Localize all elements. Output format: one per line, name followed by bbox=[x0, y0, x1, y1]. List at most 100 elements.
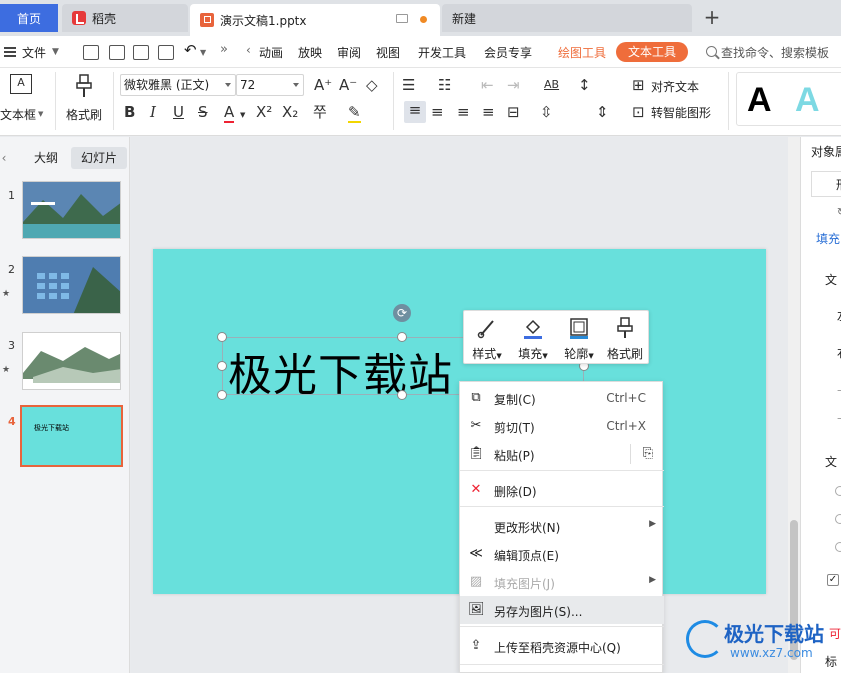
tab-new[interactable]: 新建 bbox=[442, 4, 692, 32]
print-icon[interactable] bbox=[133, 45, 149, 60]
font-color-icon[interactable]: A bbox=[224, 103, 235, 123]
radio-option[interactable] bbox=[835, 486, 841, 496]
format-painter-icon[interactable] bbox=[74, 74, 94, 98]
resize-handle[interactable] bbox=[397, 332, 407, 342]
radio-option[interactable] bbox=[835, 514, 841, 524]
text-style-black[interactable]: A bbox=[747, 81, 772, 120]
align-right-icon[interactable]: ≡ bbox=[457, 103, 470, 121]
text-direction-icon[interactable]: AB bbox=[544, 76, 559, 94]
fill-button[interactable]: 填充▼ bbox=[510, 311, 556, 365]
hamburger-menu-icon[interactable] bbox=[4, 47, 16, 57]
resize-handle[interactable] bbox=[397, 390, 407, 400]
align-left-icon[interactable]: ≡ bbox=[404, 101, 426, 123]
radio-option[interactable] bbox=[835, 542, 841, 552]
search-icon[interactable] bbox=[706, 46, 717, 57]
decrease-font-icon[interactable]: A⁻ bbox=[339, 76, 357, 94]
menu-draw-tool[interactable]: 绘图工具 bbox=[558, 44, 606, 61]
menu-item-copy[interactable]: ⧉ 复制(C) Ctrl+C bbox=[460, 384, 664, 412]
underline-icon[interactable]: U bbox=[173, 103, 184, 121]
menu-member[interactable]: 会员专享 bbox=[484, 44, 532, 61]
text-style-cyan[interactable]: A bbox=[795, 81, 820, 120]
menu-item-paste[interactable]: 📋︎ 粘贴(P) ⎘ bbox=[460, 440, 664, 468]
decrease-indent-icon[interactable]: ⇤ bbox=[481, 76, 494, 94]
tab-slides[interactable]: 幻灯片 bbox=[71, 147, 127, 169]
tab-outline[interactable]: 大纲 bbox=[26, 147, 66, 169]
slide-thumbnail-3[interactable] bbox=[22, 332, 121, 390]
refresh-icon[interactable]: ↻ bbox=[837, 207, 841, 218]
print-preview-icon[interactable] bbox=[158, 45, 174, 60]
menu-item-save-as-picture[interactable]: 🖼︎ 另存为图片(S)... bbox=[460, 596, 664, 624]
superscript-icon[interactable]: X² bbox=[256, 103, 272, 121]
format-painter-mini-button[interactable]: 格式刷 bbox=[602, 311, 648, 365]
distribute-icon[interactable]: ⊟ bbox=[507, 103, 520, 121]
menu-review[interactable]: 审阅 bbox=[337, 44, 361, 61]
bold-icon[interactable]: B bbox=[124, 103, 135, 121]
outline-button[interactable]: 轮廓▼ bbox=[556, 311, 602, 365]
menu-text-tool[interactable]: 文本工具 bbox=[616, 42, 688, 62]
increase-font-icon[interactable]: A⁺ bbox=[314, 76, 332, 94]
align-center-icon[interactable]: ≡ bbox=[431, 103, 444, 121]
menu-animation[interactable]: 动画 bbox=[259, 44, 283, 61]
bullet-list-icon[interactable]: ☰ bbox=[402, 76, 415, 94]
highlight-icon[interactable]: ✎ bbox=[348, 103, 361, 123]
menu-slideshow[interactable]: 放映 bbox=[298, 44, 322, 61]
search-command-input[interactable]: 查找命令、搜索模板 bbox=[721, 44, 829, 61]
fill-tab[interactable]: 填充 bbox=[816, 230, 840, 247]
new-tab-plus-icon[interactable]: + bbox=[702, 6, 722, 30]
menu-item-fill-picture[interactable]: ▨ 填充图片(J) ▶ bbox=[460, 568, 664, 596]
undo-icon[interactable]: ↶ bbox=[184, 41, 197, 59]
monitor-icon[interactable] bbox=[396, 14, 408, 23]
line-spacing-icon[interactable]: ↕ bbox=[578, 76, 591, 94]
phonetic-icon[interactable]: 쭈 bbox=[313, 103, 327, 121]
more-icon[interactable]: » bbox=[220, 42, 228, 57]
format-painter-label[interactable]: 格式刷 bbox=[66, 106, 102, 123]
resize-handle[interactable] bbox=[217, 361, 227, 371]
clear-format-icon[interactable]: ◇ bbox=[366, 76, 378, 94]
increase-indent-icon[interactable]: ⇥ bbox=[507, 76, 520, 94]
tab-home[interactable]: 首页 bbox=[0, 4, 58, 32]
slide-thumbnail-2[interactable] bbox=[22, 256, 121, 314]
textbox-icon[interactable]: A bbox=[10, 74, 32, 94]
paste-options-icon[interactable]: ⎘ bbox=[640, 446, 656, 462]
export-icon[interactable] bbox=[109, 45, 125, 60]
slide-thumbnail-1[interactable] bbox=[22, 181, 121, 239]
collapse-panel-icon[interactable]: ‹ bbox=[0, 147, 10, 169]
tab-document[interactable]: 演示文稿1.pptx bbox=[190, 4, 440, 36]
resize-handle[interactable] bbox=[217, 332, 227, 342]
font-name-select[interactable]: 微软雅黑 (正文) bbox=[120, 74, 236, 96]
style-button[interactable]: 样式▼ bbox=[464, 311, 510, 365]
slide-title-text[interactable]: 极光下载站 bbox=[228, 339, 453, 403]
slide-thumbnail-4[interactable]: 极光下载站 bbox=[20, 405, 123, 467]
subscript-icon[interactable]: X₂ bbox=[282, 103, 298, 121]
rotate-handle-icon[interactable]: ⟳ bbox=[393, 304, 411, 322]
strikethrough-icon[interactable]: S bbox=[198, 103, 208, 121]
align-text-icon[interactable]: ⊞ bbox=[632, 76, 645, 94]
menu-file[interactable]: 文件 bbox=[22, 44, 46, 61]
menu-item-delete[interactable]: ✕ 删除(D) bbox=[460, 476, 664, 504]
menu-item-edit-points[interactable]: ≪ 编辑顶点(E) bbox=[460, 540, 664, 568]
menu-developer[interactable]: 开发工具 bbox=[418, 44, 466, 61]
textbox-dropdown-icon[interactable]: ▼ bbox=[38, 110, 43, 118]
font-size-select[interactable]: 72 bbox=[236, 74, 304, 96]
checkbox[interactable]: ✓ bbox=[827, 574, 839, 586]
tab-shape[interactable]: 形 bbox=[811, 171, 841, 197]
menu-item-upload[interactable]: ⇪ 上传至稻壳资源中心(Q) bbox=[460, 632, 664, 660]
resize-handle[interactable] bbox=[217, 390, 227, 400]
tab-wk[interactable]: 稻壳 bbox=[62, 4, 188, 32]
paragraph-spacing-icon[interactable]: ⇕ bbox=[596, 103, 609, 121]
menu-view[interactable]: 视图 bbox=[376, 44, 400, 61]
menu-item-change-shape[interactable]: 更改形状(N) ▶ bbox=[460, 512, 664, 540]
italic-icon[interactable]: I bbox=[150, 103, 156, 121]
align-text-button[interactable]: 对齐文本 bbox=[651, 78, 699, 95]
save-icon[interactable] bbox=[83, 45, 99, 60]
textbox-label[interactable]: 文本框 bbox=[0, 106, 36, 123]
justify-icon[interactable]: ≡ bbox=[482, 103, 495, 121]
column-spacing-icon[interactable]: ⇳ bbox=[540, 103, 553, 121]
menu-item-cut[interactable]: ✂ 剪切(T) Ctrl+X bbox=[460, 412, 664, 440]
smart-shape-icon[interactable]: ⊡ bbox=[632, 103, 645, 121]
scroll-left-icon[interactable]: ‹ bbox=[246, 43, 251, 57]
numbered-list-icon[interactable]: ☷ bbox=[438, 76, 451, 94]
undo-dropdown-icon[interactable]: ▼ bbox=[200, 48, 206, 57]
font-color-dropdown-icon[interactable]: ▼ bbox=[240, 106, 245, 124]
convert-smart-shape-button[interactable]: 转智能图形 bbox=[651, 104, 711, 121]
